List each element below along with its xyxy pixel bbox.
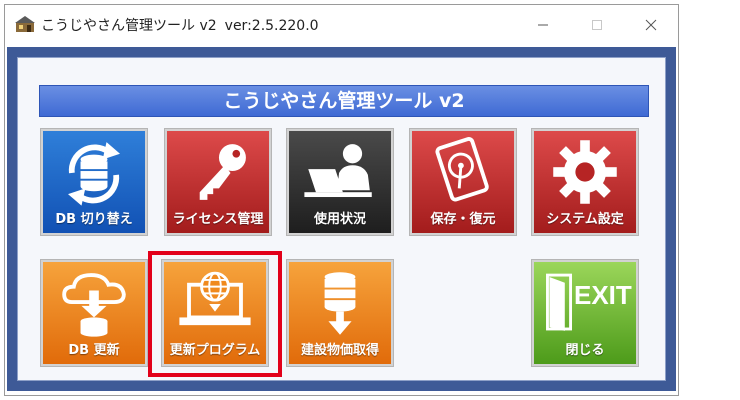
- construction-price-label: 建設物価取得: [300, 343, 379, 358]
- system-settings-label: システム設定: [546, 212, 624, 227]
- database-refresh-icon: [68, 142, 120, 206]
- exit-label: 閉じる: [565, 343, 605, 358]
- maximize-button[interactable]: [577, 11, 617, 39]
- usage-label: 使用状況: [313, 212, 366, 227]
- construction-price-button[interactable]: 建設物価取得: [287, 260, 393, 366]
- license-button[interactable]: ライセンス管理: [165, 129, 271, 235]
- window-title: こうじやさん管理ツール v2 ver:2.5.220.0: [41, 15, 319, 35]
- close-window-button[interactable]: [631, 11, 671, 39]
- user-laptop-icon: [304, 144, 372, 198]
- db-update-button[interactable]: DB 更新: [41, 260, 147, 366]
- minimize-button[interactable]: [523, 11, 563, 39]
- license-label: ライセンス管理: [172, 212, 264, 227]
- minimize-icon: [538, 24, 548, 26]
- window-title-text: こうじやさん管理ツール v2: [41, 18, 217, 34]
- backup-restore-button[interactable]: 保存・復元: [410, 129, 516, 235]
- usage-button[interactable]: 使用状況: [287, 129, 393, 235]
- header-title: こうじやさん管理ツール v2: [39, 85, 649, 117]
- version-text: ver:2.5.220.0: [224, 18, 319, 34]
- app-icon: [15, 16, 35, 32]
- exit-button[interactable]: EXIT 閉じる: [532, 260, 638, 366]
- hard-drive-icon: [435, 137, 489, 202]
- database-download-icon: [324, 272, 356, 335]
- db-switch-button[interactable]: DB 切り替え: [41, 129, 147, 235]
- close-icon: [645, 19, 657, 31]
- highlight-frame: [148, 251, 282, 377]
- db-switch-label: DB 切り替え: [55, 212, 133, 227]
- system-settings-button[interactable]: システム設定: [532, 129, 638, 235]
- exit-badge: EXIT: [574, 280, 632, 310]
- title-bar[interactable]: こうじやさん管理ツール v2 ver:2.5.220.0: [5, 5, 678, 43]
- db-update-label: DB 更新: [68, 343, 120, 358]
- backup-restore-label: 保存・復元: [430, 212, 496, 227]
- key-icon: [199, 144, 246, 200]
- maximize-icon: [592, 20, 602, 30]
- gear-icon: [553, 140, 617, 204]
- cloud-download-icon: [62, 273, 126, 337]
